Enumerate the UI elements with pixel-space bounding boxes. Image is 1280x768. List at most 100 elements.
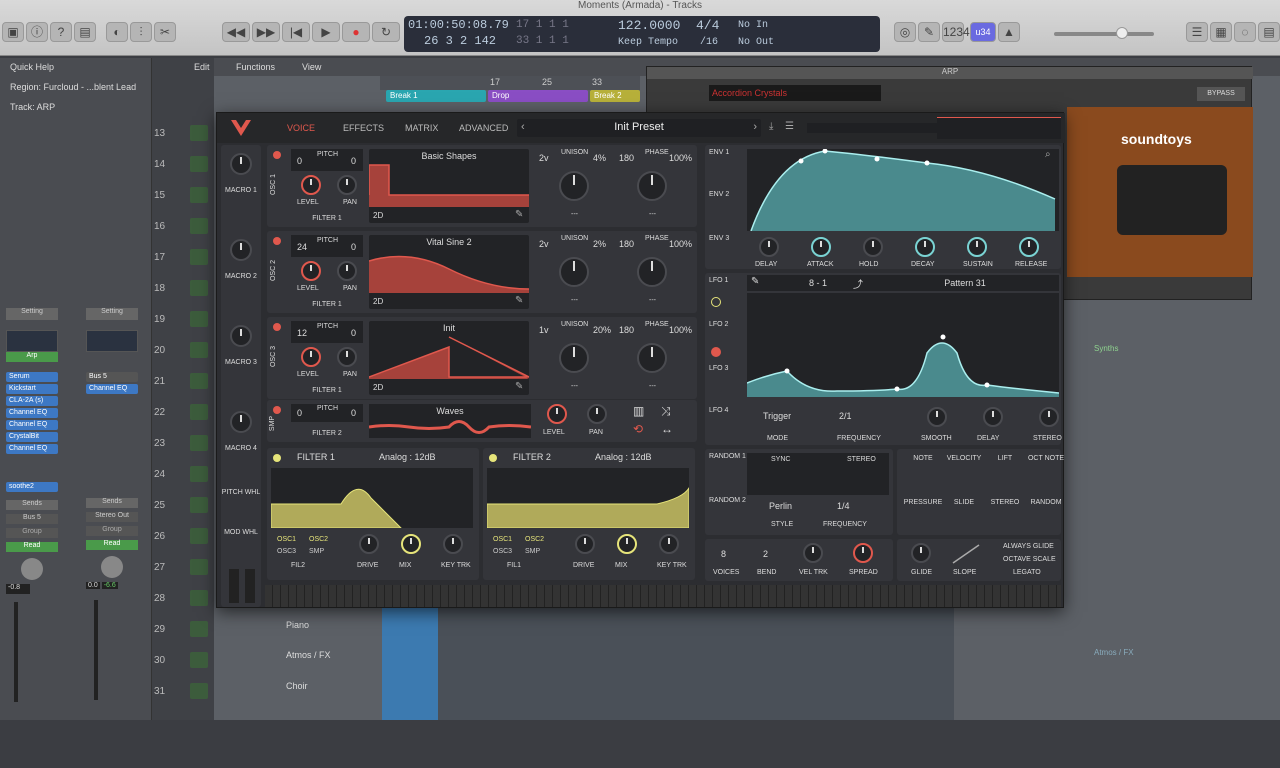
filter-mix-knob[interactable] (401, 534, 421, 554)
glide-knob[interactable] (911, 543, 931, 563)
osc-1-power-toggle[interactable] (273, 151, 281, 159)
ruler[interactable]: 17 25 33 (380, 76, 640, 90)
unison-knob[interactable] (559, 343, 589, 373)
track-name-piano[interactable]: Piano (286, 620, 309, 630)
env-sustain-knob[interactable] (967, 237, 987, 257)
loop-icon[interactable]: ⟲ (633, 422, 643, 436)
play-button[interactable]: ▶ (312, 22, 340, 42)
macro-1-knob[interactable] (230, 153, 252, 175)
random-2-tab[interactable]: RANDOM 2 (709, 497, 746, 504)
unison-detune[interactable]: 4% (593, 153, 606, 163)
master-volume-slider[interactable] (1054, 32, 1154, 36)
env-1-tab[interactable]: ENV 1 (709, 149, 729, 156)
filter-source-osc3[interactable]: OSC3 (493, 548, 512, 555)
mod-source-pressure[interactable]: PRESSURE (903, 499, 943, 506)
unison-detune[interactable]: 20% (593, 325, 611, 335)
count-in-button[interactable]: 1234 (942, 22, 970, 42)
preset-menu[interactable]: Accordion Crystals (709, 85, 881, 101)
menu-edit[interactable]: Edit (194, 62, 210, 72)
env-2-tab[interactable]: ENV 2 (709, 191, 729, 198)
output-bus[interactable]: Stereo Out (86, 512, 138, 522)
filter-source-osc3[interactable]: OSC3 (277, 548, 296, 555)
track-icon[interactable] (190, 559, 208, 575)
mixer-button[interactable]: ⫶ (130, 22, 152, 42)
lfo-3-active-indicator[interactable] (711, 347, 721, 357)
editors-button[interactable]: ✂ (154, 22, 176, 42)
zoom-search-icon[interactable]: ⌕ (1045, 149, 1051, 160)
track-icon[interactable] (190, 373, 208, 389)
rewind-button[interactable]: ◀◀ (222, 22, 250, 42)
smooth-icon[interactable]: ⤴ (853, 276, 863, 291)
spread-knob[interactable] (853, 543, 873, 563)
metronome-button[interactable]: ▲ (998, 22, 1020, 42)
keyboard[interactable] (265, 585, 1061, 607)
osc-3-pan-knob[interactable] (337, 347, 357, 367)
forward-button[interactable]: ▶▶ (252, 22, 280, 42)
filter-2-power-toggle[interactable] (489, 454, 497, 462)
phase-random[interactable]: 100% (669, 239, 692, 249)
smp-power-toggle[interactable] (273, 406, 281, 414)
mod-source-lift[interactable]: LIFT (985, 455, 1025, 462)
random-style[interactable]: Perlin (769, 501, 792, 511)
lfo-4-tab[interactable]: LFO 4 (709, 407, 728, 414)
automation-mode[interactable]: Read (86, 540, 138, 550)
bounce-icon[interactable]: ↔ (661, 422, 673, 436)
osc-filter-route[interactable]: FILTER 1 (291, 301, 363, 308)
legato-toggle[interactable]: LEGATO (1013, 569, 1041, 576)
phase-dash[interactable]: --- (649, 297, 656, 304)
osc-1-wavetable-display[interactable]: Basic Shapes 2D ✎ (369, 149, 529, 223)
mod-wheel[interactable] (245, 569, 255, 603)
envelope-graph[interactable] (747, 149, 1059, 231)
osc-2-wavetable-display[interactable]: Vital Sine 2 2D ✎ (369, 235, 529, 309)
pan-knob[interactable] (21, 558, 43, 580)
unison-knob[interactable] (559, 171, 589, 201)
strip-setting[interactable]: Setting (86, 308, 138, 320)
marker-break-1[interactable]: Break 1 (386, 90, 486, 102)
phase-value[interactable]: 180 (619, 153, 634, 163)
env-decay-knob[interactable] (915, 237, 935, 257)
track-icon[interactable] (190, 249, 208, 265)
filter-key-trk-knob[interactable] (443, 534, 463, 554)
macro-4-knob[interactable] (230, 411, 252, 433)
phase-knob[interactable] (637, 343, 667, 373)
lfo-grid-size[interactable]: 8 - 1 (809, 278, 827, 288)
record-button[interactable]: ● (342, 22, 370, 42)
mod-source-random[interactable]: RANDOM (1026, 499, 1066, 506)
group-slot[interactable]: Group (6, 528, 58, 538)
lfo-pattern[interactable]: Pattern 31 (875, 278, 1055, 288)
osc-1-pitch-box[interactable]: 0 PITCH 0 (291, 149, 363, 171)
vel-trk-knob[interactable] (803, 543, 823, 563)
filter-drive-knob[interactable] (575, 534, 595, 554)
info-button[interactable]: ⓘ (26, 22, 48, 42)
library-button[interactable]: ▣ (2, 22, 24, 42)
osc-2-power-toggle[interactable] (273, 237, 281, 245)
osc-2-level-knob[interactable] (301, 261, 321, 281)
save-icon[interactable]: ⤓ (769, 121, 773, 132)
track-icon[interactable] (190, 435, 208, 451)
strip-eq-thumb[interactable] (6, 330, 58, 352)
filter-source-osc2[interactable]: OSC2 (525, 536, 544, 543)
filter-route[interactable]: FIL1 (507, 562, 521, 569)
octave-scale-toggle[interactable]: OCTAVE SCALE (1003, 556, 1056, 563)
osc-3-power-toggle[interactable] (273, 323, 281, 331)
smp-pan-knob[interactable] (587, 404, 607, 424)
menu-view[interactable]: View (302, 62, 321, 72)
phase-knob[interactable] (637, 257, 667, 287)
pencil-icon[interactable]: ✎ (751, 276, 759, 287)
phase-value[interactable]: 180 (619, 325, 634, 335)
mod-source-slide[interactable]: SLIDE (944, 499, 984, 506)
master-volume-handle[interactable] (1116, 27, 1128, 39)
track-icon[interactable] (190, 683, 208, 699)
track-icon[interactable] (190, 342, 208, 358)
track-icon[interactable] (190, 311, 208, 327)
pitch-wheel[interactable] (229, 569, 239, 603)
lfo-freq-value[interactable]: 2/1 (839, 411, 852, 421)
pencil-icon[interactable]: ✎ (515, 295, 523, 306)
track-icon[interactable] (190, 652, 208, 668)
bypass-button[interactable]: BYPASS (1197, 87, 1245, 101)
pencil-icon[interactable]: ✎ (515, 381, 523, 392)
tab-matrix[interactable]: MATRIX (405, 123, 438, 133)
random-1-tab[interactable]: RANDOM 1 (709, 453, 746, 460)
random-stereo[interactable]: STEREO (847, 456, 876, 463)
output-bus[interactable]: Bus 5 (6, 514, 58, 524)
